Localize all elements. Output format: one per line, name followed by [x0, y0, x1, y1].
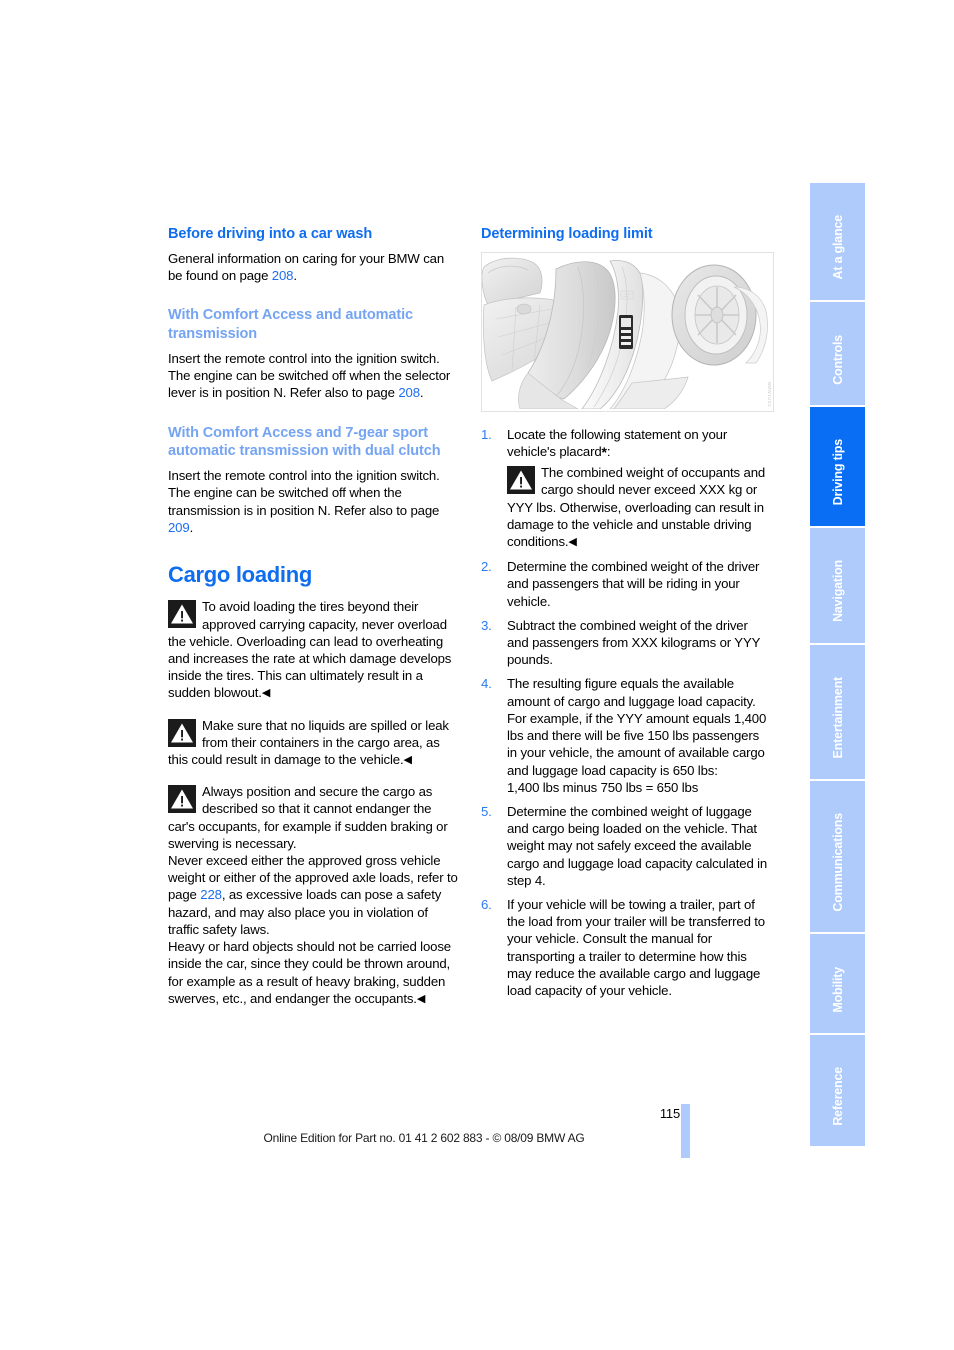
- warning-text-overloading: To avoid loading the tires beyond their …: [168, 599, 452, 701]
- step-number-3: 3.: [481, 617, 492, 633]
- loading-limit-steps: 1. Locate the following statement on your…: [481, 426, 772, 999]
- paragraph-engine-switch-off-text-b: The engine can be switched off when the …: [168, 485, 440, 518]
- step-4-text: The resulting figure equals the availabl…: [507, 676, 767, 778]
- step-5-text: Determine the combined weight of luggage…: [507, 803, 768, 888]
- paragraph-car-wash-period: .: [293, 268, 297, 284]
- step-number-5: 5.: [481, 803, 492, 819]
- step-item-5: 5. Determine the combined weight of lugga…: [481, 803, 772, 889]
- warning-block-secure-cargo: Always position and secure the cargo as …: [168, 783, 459, 852]
- step-2-text: Determine the combined weight of the dri…: [507, 559, 760, 609]
- step-3-text: Subtract the combined weight of the driv…: [507, 617, 760, 668]
- step-item-4: 4. The resulting figure equals the availa…: [481, 675, 772, 795]
- illustration-door-placard: BMW1US1: [481, 251, 774, 412]
- warning-block-liquids: Make sure that no liquids are spilled or…: [168, 717, 459, 770]
- page-reference-228[interactable]: 228: [200, 887, 222, 902]
- paragraph-car-wash-info: General information on caring for your B…: [168, 250, 459, 284]
- warning-triangle-icon: [507, 466, 535, 495]
- sidebar-tab-controls[interactable]: Controls: [810, 302, 865, 405]
- step-1-text: Locate the following statement on your v…: [507, 426, 728, 460]
- step-1-colon: :: [606, 444, 611, 460]
- heading-before-car-wash: Before driving into a car wash: [168, 226, 373, 242]
- sidebar-tab-navigation[interactable]: Navigation: [810, 527, 865, 643]
- paragraph-heavy-objects-text: Heavy or hard objects should not be carr…: [168, 939, 451, 1006]
- left-text-column: Before driving into a car wash General i…: [168, 225, 459, 1008]
- sidebar-tab-reference[interactable]: Reference: [810, 1034, 865, 1147]
- heading-cargo-loading: Cargo loading: [168, 562, 312, 588]
- warning-block-overloading: To avoid loading the tires beyond their …: [168, 598, 459, 702]
- sidebar-tab-communications[interactable]: Communications: [810, 780, 865, 933]
- paragraph-engine-switch-off-period-b: .: [189, 519, 194, 535]
- step-number-2: 2.: [481, 559, 492, 575]
- sidebar-tab-at-a-glance[interactable]: At a glance: [810, 183, 865, 301]
- sidebar-tab-label: Communications: [830, 813, 845, 912]
- paragraph-engine-switch-off-period-a: .: [419, 385, 424, 401]
- paragraph-insert-remote-a: Insert the remote control into the ignit…: [168, 350, 440, 366]
- step-number-4: 4.: [481, 676, 492, 692]
- warning-triangle-icon: [168, 785, 196, 814]
- heading-comfort-access-automatic: With Comfort Access and automatic transm…: [168, 307, 413, 343]
- heading-determining-loading-limit: Determining loading limit: [481, 226, 653, 242]
- sidebar-tab-label: Entertainment: [830, 677, 845, 759]
- warning-end-mark-step1: ◀: [568, 536, 577, 549]
- step-6-text: If your vehicle will be towing a trailer…: [507, 896, 765, 998]
- sidebar-tab-driving-tips[interactable]: Driving tips: [810, 406, 865, 526]
- sidebar-tab-label: Controls: [830, 334, 845, 385]
- paragraph-insert-remote-b: Insert the remote control into the ignit…: [168, 468, 440, 484]
- paragraph-engine-switch-off-b: The engine can be switched off when the …: [168, 484, 459, 536]
- warning-end-mark-3: ◀: [416, 992, 426, 1005]
- page-reference-208-a[interactable]: 208: [272, 268, 294, 283]
- sidebar-tab-entertainment[interactable]: Entertainment: [810, 644, 865, 779]
- warning-end-mark-2: ◀: [403, 754, 412, 767]
- sidebar-tab-label: Driving tips: [830, 439, 845, 506]
- step-item-6: 6. If your vehicle will be towing a trail…: [481, 896, 772, 999]
- step-number-1: 1.: [481, 426, 492, 442]
- sidebar-tab-label: Navigation: [830, 560, 845, 623]
- paragraph-engine-switch-off-a: The engine can be switched off when the …: [168, 367, 459, 401]
- warning-triangle-icon: [168, 600, 196, 629]
- warning-text-secure-cargo: Always position and secure the cargo as …: [168, 784, 448, 851]
- step-item-3: 3. Subtract the combined weight of the dr…: [481, 617, 772, 669]
- step-item-2: 2. Determine the combined weight of the d…: [481, 558, 772, 610]
- paragraph-car-wash-text: General information on caring for your B…: [168, 250, 445, 284]
- step-item-1: 1. Locate the following statement on your…: [481, 426, 772, 551]
- step-4-equation: 1,400 lbs minus 750 lbs = 650 lbs: [507, 779, 699, 795]
- warning-triangle-icon: [168, 718, 196, 747]
- manual-page: Before driving into a car wash General i…: [0, 0, 954, 1350]
- warning-text-combined-weight: The combined weight of occupants and car…: [507, 465, 766, 550]
- figure-code-label: BMW1US1: [767, 381, 772, 407]
- sidebar-tab-label: At a glance: [830, 215, 845, 280]
- sidebar-tab-label: Reference: [830, 1066, 845, 1126]
- paragraph-heavy-objects: Heavy or hard objects should not be carr…: [168, 938, 459, 1008]
- warning-block-combined-weight: The combined weight of occupants and car…: [507, 464, 772, 551]
- sidebar-tab-mobility[interactable]: Mobility: [810, 934, 865, 1033]
- warning-end-mark-1: ◀: [261, 687, 271, 700]
- page-reference-209[interactable]: 209: [168, 520, 190, 535]
- page-reference-208-b[interactable]: 208: [398, 385, 420, 400]
- sidebar-tab-label: Mobility: [830, 966, 845, 1013]
- paragraph-never-exceed-weight: Never exceed either the approved gross v…: [168, 852, 459, 938]
- page-number: 115: [659, 1106, 680, 1121]
- footer-copyright-notice: Online Edition for Part no. 01 41 2 602 …: [263, 1131, 585, 1145]
- page-number-accent-bar: [681, 1104, 690, 1158]
- heading-comfort-access-dual-clutch: With Comfort Access and 7-gear sport aut…: [168, 424, 441, 460]
- right-text-column: Determining loading limit BMW1US1 1. Loc…: [481, 225, 774, 1006]
- section-tabs-sidebar: At a glance Controls Driving tips Naviga…: [810, 183, 865, 1147]
- step-number-6: 6.: [481, 896, 492, 912]
